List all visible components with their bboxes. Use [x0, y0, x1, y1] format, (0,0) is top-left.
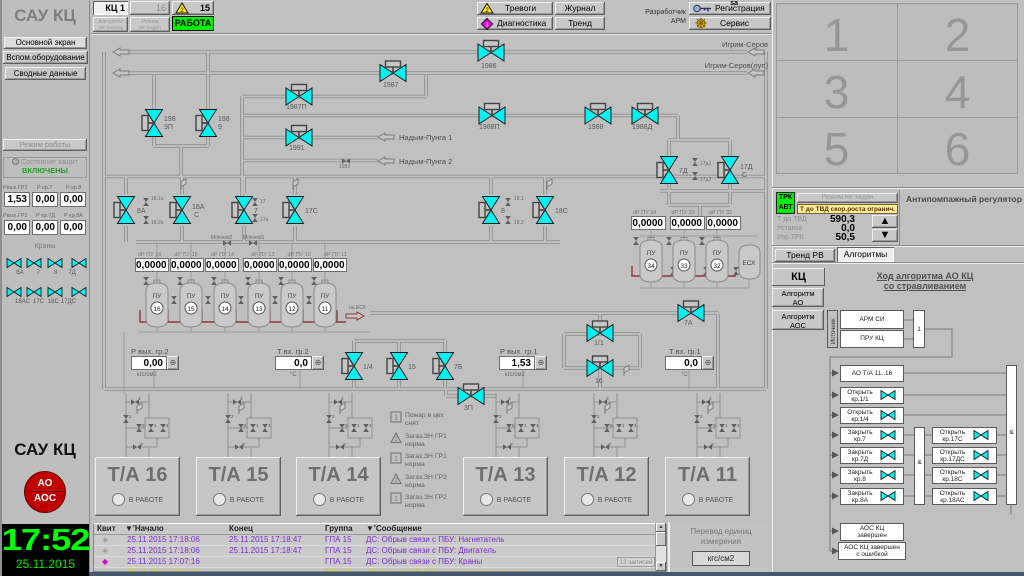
svg-text:17а: 17а	[260, 217, 269, 223]
svg-text:17д2: 17д2	[700, 177, 711, 183]
svg-text:ПУ: ПУ	[187, 293, 197, 300]
svg-text:1991: 1991	[289, 145, 305, 152]
svg-text:Игрим-Серов(луп): Игрим-Серов(луп)	[705, 61, 769, 70]
svg-text:Надым-Пунга 1: Надым-Пунга 1	[399, 133, 452, 142]
svg-text:7А: 7А	[684, 320, 693, 327]
svg-text:3П: 3П	[464, 405, 473, 412]
svg-text:198: 198	[164, 116, 176, 123]
svg-text:ПУ: ПУ	[288, 293, 298, 300]
svg-text:ПУ: ПУ	[713, 250, 723, 257]
svg-text:17д1: 17д1	[700, 161, 711, 167]
svg-text:ПУ: ПУ	[647, 250, 657, 257]
svg-text:снят: снят	[405, 420, 419, 427]
svg-text:17: 17	[260, 199, 266, 205]
svg-text:на ЕСХ: на ЕСХ	[349, 305, 367, 311]
svg-text:С: С	[742, 172, 747, 179]
svg-text:ПУ: ПУ	[221, 293, 231, 300]
svg-text:1: 1	[394, 497, 398, 503]
svg-text:16: 16	[595, 378, 603, 385]
svg-text:33: 33	[680, 263, 688, 270]
svg-text:11: 11	[322, 306, 329, 313]
svg-text:Загаз.ЗН ГР1: Загаз.ЗН ГР1	[405, 433, 447, 440]
svg-text:15: 15	[187, 306, 195, 313]
svg-text:1987П: 1987П	[286, 104, 307, 111]
svg-text:8А: 8А	[137, 208, 146, 215]
svg-text:32: 32	[713, 263, 721, 270]
svg-text:18.1: 18.1	[514, 196, 524, 202]
svg-text:18.1а: 18.1а	[151, 196, 164, 202]
svg-text:Mokveld2: Mokveld2	[211, 235, 233, 241]
svg-text:16: 16	[153, 306, 161, 313]
svg-text:17Д: 17Д	[740, 164, 753, 171]
svg-text:ПУ: ПУ	[680, 250, 690, 257]
svg-text:18С: 18С	[555, 208, 568, 215]
svg-text:Игрим-Серов: Игрим-Серов	[722, 40, 768, 49]
svg-text:1988П: 1988П	[479, 124, 500, 131]
svg-text:ПУ: ПУ	[153, 293, 163, 300]
svg-text:норма: норма	[405, 482, 425, 489]
svg-text:1986: 1986	[481, 63, 497, 70]
svg-text:18.2а: 18.2а	[151, 220, 164, 226]
svg-text:Загаз.ЗН ГР1: Загаз.ЗН ГР1	[405, 453, 447, 460]
svg-text:198: 198	[218, 116, 230, 123]
svg-text:норма: норма	[405, 441, 425, 448]
svg-text:Загаз.ЗН ГР2: Загаз.ЗН ГР2	[405, 474, 447, 481]
svg-text:ПУ: ПУ	[255, 293, 265, 300]
svg-text:С: С	[194, 212, 199, 219]
svg-text:18А: 18А	[192, 204, 205, 211]
svg-text:Источник: Источник	[831, 318, 837, 344]
svg-text:норма: норма	[405, 502, 425, 509]
svg-text:18.2: 18.2	[514, 220, 524, 226]
svg-text:норма: норма	[405, 461, 425, 468]
svg-text:9П: 9П	[164, 124, 173, 131]
svg-text:7Б: 7Б	[454, 364, 463, 371]
svg-text:1: 1	[394, 416, 398, 422]
svg-text:1987: 1987	[383, 82, 399, 89]
svg-text:14: 14	[221, 306, 229, 313]
svg-text:8: 8	[501, 208, 505, 215]
svg-text:Загаз.ЗН ГР2: Загаз.ЗН ГР2	[405, 494, 447, 501]
svg-text:1993: 1993	[339, 164, 350, 170]
svg-text:1/4: 1/4	[363, 364, 373, 371]
svg-text:9: 9	[218, 124, 222, 131]
svg-text:1: 1	[394, 457, 398, 463]
svg-text:7: 7	[254, 208, 258, 215]
svg-text:3: 3	[485, 23, 488, 29]
svg-text:Надым-Пунга 2: Надым-Пунга 2	[399, 157, 452, 166]
svg-text:1988Д: 1988Д	[632, 124, 653, 131]
svg-text:ПУ: ПУ	[321, 293, 331, 300]
svg-text:12: 12	[288, 306, 296, 313]
svg-text:1/1: 1/1	[594, 340, 604, 347]
svg-text:Mokveld1: Mokveld1	[243, 235, 265, 241]
svg-text:13: 13	[255, 306, 263, 313]
svg-text:ЕСХ: ЕСХ	[743, 260, 757, 267]
svg-text:Пожар в цех: Пожар в цех	[405, 412, 445, 419]
svg-text:17С: 17С	[305, 208, 318, 215]
svg-text:1988: 1988	[588, 124, 604, 131]
svg-text:15: 15	[408, 364, 416, 371]
svg-text:34: 34	[647, 263, 655, 270]
svg-text:7Д: 7Д	[679, 168, 688, 175]
